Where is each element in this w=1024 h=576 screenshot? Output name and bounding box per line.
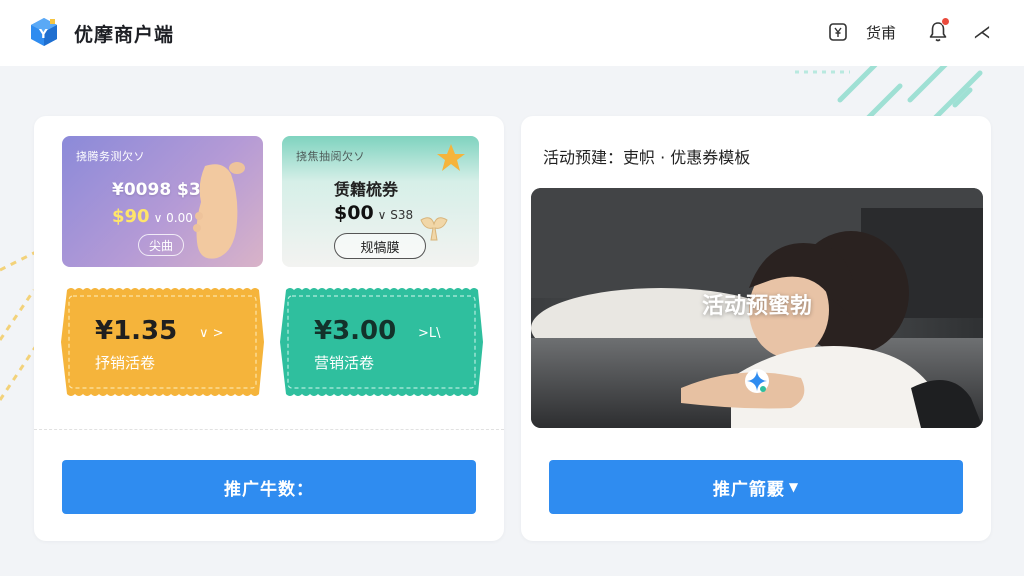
- template-price-main: $90: [112, 206, 150, 227]
- foot-illustration: [193, 162, 245, 259]
- coupon-amount: ¥3.00: [314, 316, 397, 346]
- app-logo-icon: Y: [31, 18, 57, 46]
- coupon-amount: ¥1.35: [95, 316, 178, 346]
- collapse-icon: ⋌: [973, 21, 991, 43]
- coupon-templates-panel: 挠腾务测欠ソ ¥0098 $33 $90 ∨ 0.00 尖曲 挠焦抽阅欠ソ 赁籍梳…: [34, 116, 504, 541]
- template-price-small: ∨ S38: [377, 208, 414, 222]
- wallet-button[interactable]: [826, 20, 850, 44]
- star-icon: [437, 144, 465, 171]
- template-price-main: $00: [334, 202, 374, 224]
- top-header: Y 优摩商户端 货甫 ⋌: [0, 0, 1024, 66]
- coupon-arrow: ∨ >: [199, 326, 224, 341]
- template-select-button[interactable]: 规犒膜: [334, 233, 426, 259]
- promo-photo: 活动预蜜勃: [531, 188, 983, 428]
- coupon-card[interactable]: ¥1.35 ∨ > 抒销活卷: [61, 286, 264, 398]
- promote-dropdown-button[interactable]: 推广箭覈 ▼: [549, 460, 963, 514]
- photo-overlay-title: 活动预蜜勃: [701, 294, 812, 319]
- coupon-label: 抒销活卷: [95, 354, 156, 372]
- promote-dropdown-label: 推广箭覈: [712, 479, 785, 500]
- template-name: 赁籍梳券: [334, 180, 399, 199]
- wallet-icon: [829, 23, 847, 41]
- template-tag: 挠焦抽阅欠ソ: [296, 150, 365, 163]
- notification-badge: [941, 17, 950, 26]
- activity-preview-panel: 活动预建：吏帜 · 优惠券模板 活动预蜜勃 推广箭覈 ▼: [521, 116, 991, 541]
- coupon-arrow: >L\: [418, 326, 441, 341]
- template-tag: 挠腾务测欠ソ: [76, 150, 145, 163]
- template-price: $00 ∨ S38: [334, 202, 413, 224]
- sparkle-icon: [745, 369, 769, 393]
- coupon-label: 营销活卷: [314, 354, 375, 372]
- panel-heading: 活动预建：吏帜 · 优惠券模板: [543, 148, 751, 167]
- coupon-card[interactable]: ¥3.00 >L\ 营销活卷: [280, 286, 483, 398]
- svg-text:Y: Y: [38, 27, 48, 41]
- account-button[interactable]: 货甫: [866, 20, 896, 44]
- caret-down-icon: ▼: [788, 480, 800, 494]
- dashed-divider: [34, 429, 504, 430]
- promote-button[interactable]: 推广牛数：: [62, 460, 476, 514]
- collapse-button[interactable]: ⋌: [970, 20, 994, 44]
- notification-button[interactable]: [926, 17, 950, 44]
- template-card[interactable]: 挠腾务测欠ソ ¥0098 $33 $90 ∨ 0.00 尖曲: [62, 136, 263, 267]
- template-card[interactable]: 挠焦抽阅欠ソ 赁籍梳券 $00 ∨ S38 规犒膜: [282, 136, 479, 267]
- bow-icon: [420, 217, 448, 241]
- app-title: 优摩商户端: [74, 24, 175, 46]
